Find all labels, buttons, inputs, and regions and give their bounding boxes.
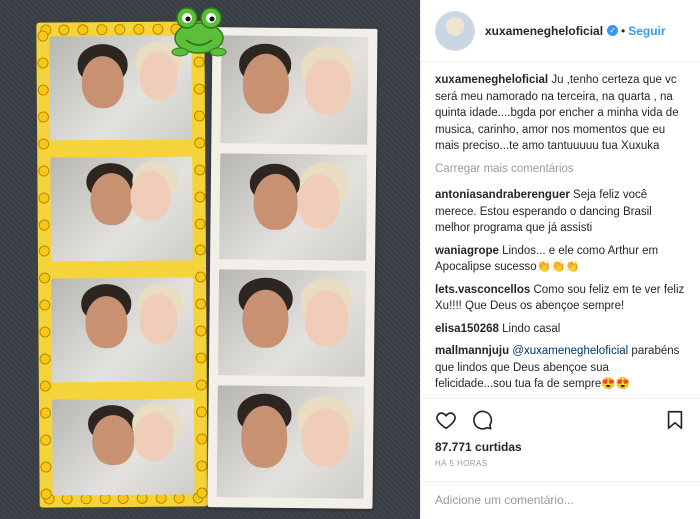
post-header: xuxamenegheloficial ✓ • Seguir [421,0,700,62]
avatar[interactable] [435,10,475,51]
photo-frame [220,35,369,145]
frog-sticker [171,7,227,57]
post-actions [421,398,700,440]
photo-strip-right [207,27,378,509]
photo-frame [216,385,365,499]
comment-mention[interactable]: @xuxamenegheloficial [512,345,628,357]
photo-frame [217,269,366,377]
photo-frame [50,156,193,262]
comment-username[interactable]: antoniasandraberenguer [435,189,570,201]
follow-button[interactable]: Seguir [628,24,665,38]
comments-list: xuxamenegheloficial Ju ,tenho certeza qu… [421,62,700,398]
comment-username[interactable]: mallmannjuju [435,345,509,357]
comment-item: antoniasandraberenguer Seja feliz você m… [435,187,686,237]
comment-text: Lindo casal [502,322,561,335]
add-comment-input[interactable]: Adicione um comentário... [421,481,700,519]
caption: xuxamenegheloficial Ju ,tenho certeza qu… [435,72,686,155]
comment-item: mallmannjuju @xuxamenegheloficial parabé… [435,343,686,393]
photo-frame [51,277,194,383]
post-timestamp: HÁ 5 HORAS [435,459,488,468]
post-username[interactable]: xuxamenegheloficial [485,24,603,38]
bookmark-icon[interactable] [664,409,686,431]
caption-username[interactable]: xuxamenegheloficial [435,74,548,86]
separator-dot: • [621,23,626,38]
photo-frame [219,153,368,261]
comment-icon[interactable] [471,409,493,431]
comment-item: lets.vasconcellos Como sou feliz em te v… [435,282,686,315]
comment-username[interactable]: elisa150268 [435,323,499,335]
load-more-comments-button[interactable]: Carregar mais comentários [435,161,686,178]
post-photo[interactable] [0,0,420,519]
comment-username[interactable]: waniagrope [435,245,499,257]
comment-item: waniagrope Lindos... e ele como Arthur e… [435,243,686,276]
post-side-panel: xuxamenegheloficial ✓ • Seguir xuxameneg… [420,0,700,519]
likes-count[interactable]: 87.771 curtidas [435,440,522,454]
photo-strip-left [36,21,208,508]
verified-badge-icon: ✓ [607,25,619,36]
comment-username[interactable]: lets.vasconcellos [435,284,530,296]
photo-frame [51,398,195,496]
heart-icon[interactable] [435,409,457,431]
comment-item: elisa150268 Lindo casal [435,321,686,338]
